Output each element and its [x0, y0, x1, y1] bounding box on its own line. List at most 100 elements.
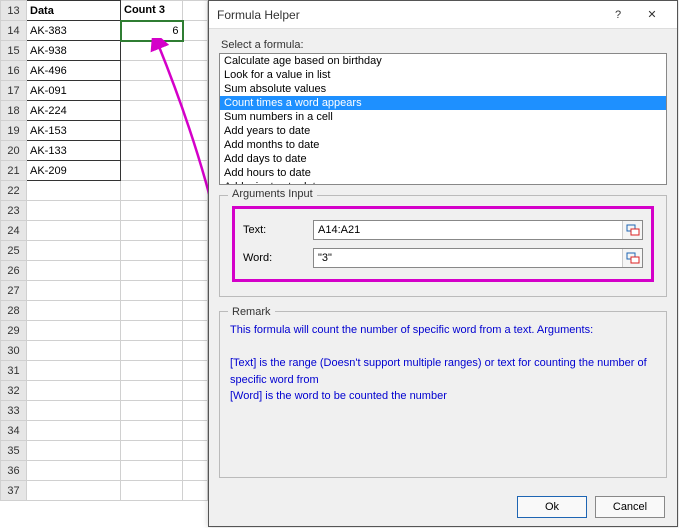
cell[interactable] — [183, 221, 208, 241]
list-item[interactable]: Calculate age based on birthday — [220, 54, 666, 68]
cell[interactable] — [27, 221, 121, 241]
cell[interactable] — [27, 261, 121, 281]
row-header[interactable]: 15 — [1, 41, 27, 61]
cell[interactable] — [183, 441, 208, 461]
cell[interactable] — [121, 201, 183, 221]
cell[interactable] — [183, 361, 208, 381]
cell[interactable] — [183, 1, 208, 21]
cell[interactable] — [121, 261, 183, 281]
cell[interactable] — [183, 201, 208, 221]
cell[interactable]: AK-938 — [27, 41, 121, 61]
cancel-button[interactable]: Cancel — [595, 496, 665, 518]
cell[interactable] — [121, 121, 183, 141]
row-header[interactable]: 33 — [1, 401, 27, 421]
cell[interactable] — [121, 161, 183, 181]
row-header[interactable]: 27 — [1, 281, 27, 301]
cell[interactable] — [27, 281, 121, 301]
col-header-count[interactable]: Count 3 — [121, 1, 183, 21]
cell[interactable] — [183, 101, 208, 121]
cell[interactable] — [27, 201, 121, 221]
cell[interactable] — [27, 481, 121, 501]
cell[interactable] — [27, 401, 121, 421]
cell[interactable] — [121, 281, 183, 301]
cell[interactable]: AK-091 — [27, 81, 121, 101]
active-cell[interactable]: 6 — [121, 21, 183, 41]
cell[interactable] — [27, 381, 121, 401]
row-header[interactable]: 22 — [1, 181, 27, 201]
cell[interactable] — [183, 141, 208, 161]
formula-listbox[interactable]: Calculate age based on birthday Look for… — [219, 53, 667, 185]
row-header[interactable]: 20 — [1, 141, 27, 161]
cell[interactable] — [27, 301, 121, 321]
spreadsheet-grid[interactable]: 13 Data Count 3 14AK-3836 15AK-938 16AK-… — [0, 0, 208, 501]
cell[interactable] — [27, 341, 121, 361]
row-header[interactable]: 26 — [1, 261, 27, 281]
list-item[interactable]: Add days to date — [220, 152, 666, 166]
row-header[interactable]: 29 — [1, 321, 27, 341]
list-item-selected[interactable]: Count times a word appears — [220, 96, 666, 110]
cell[interactable] — [27, 181, 121, 201]
row-header[interactable]: 32 — [1, 381, 27, 401]
cell[interactable] — [183, 121, 208, 141]
ok-button[interactable]: Ok — [517, 496, 587, 518]
col-header-data[interactable]: Data — [27, 1, 121, 21]
cell[interactable] — [121, 361, 183, 381]
cell[interactable]: AK-209 — [27, 161, 121, 181]
cell[interactable] — [121, 441, 183, 461]
row-header[interactable]: 24 — [1, 221, 27, 241]
cell[interactable] — [121, 381, 183, 401]
cell[interactable]: AK-224 — [27, 101, 121, 121]
row-header[interactable]: 23 — [1, 201, 27, 221]
list-item[interactable]: Add hours to date — [220, 166, 666, 180]
row-header[interactable]: 17 — [1, 81, 27, 101]
cell[interactable] — [121, 421, 183, 441]
row-header[interactable]: 25 — [1, 241, 27, 261]
cell[interactable] — [183, 241, 208, 261]
cell[interactable] — [27, 441, 121, 461]
cell[interactable] — [121, 221, 183, 241]
row-header[interactable]: 18 — [1, 101, 27, 121]
cell[interactable] — [121, 61, 183, 81]
cell[interactable]: AK-153 — [27, 121, 121, 141]
row-header[interactable]: 21 — [1, 161, 27, 181]
list-item[interactable]: Add minutes to date — [220, 180, 666, 185]
cell[interactable] — [183, 81, 208, 101]
cell[interactable] — [183, 161, 208, 181]
cell[interactable] — [183, 401, 208, 421]
cell[interactable] — [183, 341, 208, 361]
range-select-button[interactable] — [622, 221, 642, 239]
cell[interactable] — [183, 381, 208, 401]
cell[interactable] — [121, 341, 183, 361]
cell[interactable]: AK-133 — [27, 141, 121, 161]
word-input[interactable] — [314, 249, 622, 267]
row-header[interactable]: 31 — [1, 361, 27, 381]
row-header[interactable]: 36 — [1, 461, 27, 481]
cell[interactable] — [183, 181, 208, 201]
dialog-titlebar[interactable]: Formula Helper ? ✕ — [209, 1, 677, 29]
cell[interactable] — [183, 481, 208, 501]
list-item[interactable]: Add years to date — [220, 124, 666, 138]
cell[interactable] — [121, 481, 183, 501]
cell[interactable] — [27, 241, 121, 261]
list-item[interactable]: Sum numbers in a cell — [220, 110, 666, 124]
cell[interactable] — [121, 321, 183, 341]
row-header[interactable]: 19 — [1, 121, 27, 141]
row-header[interactable]: 16 — [1, 61, 27, 81]
cell[interactable]: AK-496 — [27, 61, 121, 81]
cell[interactable] — [121, 101, 183, 121]
cell[interactable] — [183, 61, 208, 81]
row-header[interactable]: 14 — [1, 21, 27, 41]
cell[interactable] — [183, 21, 208, 41]
list-item[interactable]: Look for a value in list — [220, 68, 666, 82]
cell[interactable] — [121, 181, 183, 201]
help-button[interactable]: ? — [601, 4, 635, 26]
cell[interactable] — [121, 141, 183, 161]
text-input[interactable] — [314, 221, 622, 239]
row-header[interactable]: 35 — [1, 441, 27, 461]
cell[interactable] — [183, 321, 208, 341]
cell[interactable] — [121, 241, 183, 261]
row-header[interactable]: 37 — [1, 481, 27, 501]
row-header[interactable]: 30 — [1, 341, 27, 361]
cell[interactable] — [27, 461, 121, 481]
cell[interactable] — [27, 321, 121, 341]
